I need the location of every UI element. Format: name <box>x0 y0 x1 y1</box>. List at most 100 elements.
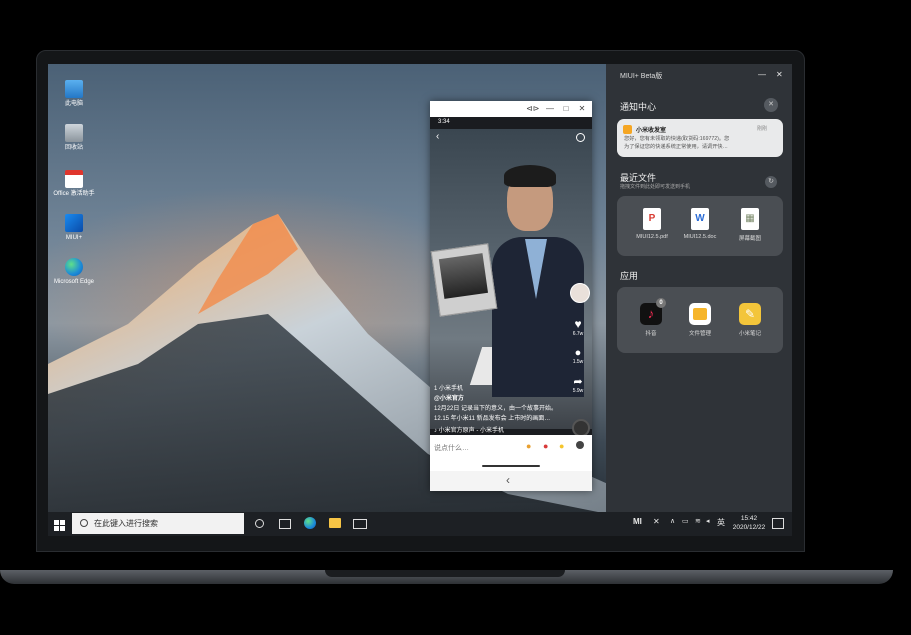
folder-shape <box>693 308 707 320</box>
add-emoji-icon[interactable] <box>576 441 584 449</box>
phone-navbar: ‹ <box>430 471 592 491</box>
notification-body-1: 您好，您有未领取的快递(取货码:169772)。您 <box>624 136 730 142</box>
taskbar: 在此键入进行搜索 MI ✕ ∧ ▭ ≋ ◂ 英 15:42 2020/12/22 <box>48 512 792 536</box>
share-icon: ➦ <box>573 376 583 388</box>
share-button[interactable]: ➦ 5.9w <box>570 375 586 394</box>
thumbs-up-emoji-icon[interactable]: ● <box>526 441 531 451</box>
app-tile-file-manager[interactable]: 文件管理 <box>680 303 720 337</box>
volume-icon[interactable]: ◂ <box>706 517 710 525</box>
miui-tray-icon[interactable]: ✕ <box>653 517 660 526</box>
desktop-icon-label: 回收站 <box>64 145 83 151</box>
recent-files-card[interactable]: P MIUI12.5.pdf W MIUI12.5.doc ▦ 屏幕截图 <box>617 196 783 256</box>
windows-icon <box>54 520 65 531</box>
phone-screen[interactable]: 3:34 ‹ ♥ 6.7w ● 1.5w ➦ 5.9w 1 小米手机 @小米官方 12… <box>430 117 592 471</box>
home-indicator <box>482 465 540 467</box>
file-explorer-icon[interactable] <box>329 518 341 528</box>
caption-tag: 1 小米手机 <box>434 386 464 392</box>
show-hidden-icons[interactable]: ∧ <box>670 517 675 525</box>
notification-card[interactable]: 小米收发室 刚刚 您好，您有未领取的快递(取货码:169772)。您 为了保证您… <box>617 119 783 157</box>
author-avatar[interactable] <box>570 283 590 303</box>
battery-icon[interactable]: ▭ <box>682 517 689 525</box>
action-center-icon[interactable] <box>772 518 784 529</box>
recent-files-subtitle: 拖拽文件到此处即可发送到手机 <box>620 184 691 190</box>
close-button[interactable]: ✕ <box>576 103 588 115</box>
apps-heading: 应用 <box>620 271 639 281</box>
refresh-icon[interactable]: ↻ <box>765 176 777 188</box>
desktop-icon-label: MIUI+ <box>65 235 83 241</box>
caption-author[interactable]: @小米官方 <box>434 395 464 403</box>
panel-title: MIUI+ Beta版 <box>620 73 663 80</box>
mail-icon[interactable] <box>353 519 367 529</box>
pdf-icon <box>65 170 83 188</box>
file-tile-pdf[interactable]: P MIUI12.5.pdf <box>632 208 672 240</box>
panel-minimize-button[interactable]: — <box>758 70 766 79</box>
comment-icon: ● <box>574 347 582 359</box>
comment-input[interactable]: 说点什么… <box>434 443 469 453</box>
rotate-button[interactable]: ⊲⊳ <box>526 103 539 115</box>
caption-text-2: 12.15 年小米11 新品发布会 上市时的画面… <box>434 416 551 422</box>
comment-bar[interactable]: 说点什么… ● ● ● <box>430 435 592 471</box>
desktop-icon-recycle-bin[interactable]: 回收站 <box>52 124 96 152</box>
clock[interactable]: 15:42 2020/12/22 <box>729 514 769 532</box>
app-name: 抖音 <box>645 331 657 337</box>
file-tile-doc[interactable]: W MIUI12.5.doc <box>680 208 720 240</box>
minimize-button[interactable]: — <box>544 103 556 115</box>
notes-icon: ✎ <box>739 303 761 325</box>
pdf-file-icon: P <box>643 208 661 230</box>
clear-notifications-button[interactable]: ✕ <box>764 98 778 112</box>
caption-text-1: 12月22日 记录当下的意义，由一个故事开始。 <box>434 406 558 412</box>
tiktok-icon: ♪ 0 <box>640 298 666 325</box>
cortana-icon[interactable] <box>255 519 264 528</box>
recycle-bin-icon <box>65 124 83 142</box>
task-view-icon[interactable] <box>279 519 291 529</box>
caption-music: ♪ 小米官方原声 - 小米手机 <box>434 428 504 434</box>
phone-window-titlebar[interactable]: ⊲⊳ — □ ✕ <box>430 101 592 117</box>
desktop-icon-this-pc[interactable]: 此电脑 <box>52 80 96 108</box>
apps-card[interactable]: ♪ 0 抖音 文件管理 ✎ 小米笔记 <box>617 287 783 353</box>
app-name: 文件管理 <box>688 331 711 337</box>
search-icon[interactable] <box>576 133 585 142</box>
heart-icon: ♥ <box>574 317 582 331</box>
laptop-notch <box>325 570 565 577</box>
desktop-icon-office[interactable]: Office 激活助手 <box>52 170 96 198</box>
windows-start-button[interactable] <box>54 518 65 531</box>
nav-back-button[interactable]: ‹ <box>506 473 510 487</box>
edge-taskbar-icon[interactable] <box>304 517 316 529</box>
package-icon <box>623 125 632 134</box>
notification-app: 小米收发室 <box>636 128 667 134</box>
input-language[interactable]: 英 <box>717 517 725 528</box>
phone-mirror-window[interactable]: ⊲⊳ — □ ✕ 3:34 ‹ ♥ 6.7w ● 1.5w ➦ 5.9w 1 小米手机… <box>430 101 592 491</box>
held-book <box>430 243 498 317</box>
app-tile-douyin[interactable]: ♪ 0 抖音 <box>631 298 671 337</box>
rose-emoji-icon[interactable]: ● <box>543 441 548 451</box>
status-time: 3:34 <box>438 119 450 125</box>
desktop-icon-edge[interactable]: Microsoft Edge <box>52 258 96 286</box>
app-tile-notes[interactable]: ✎ 小米笔记 <box>730 303 770 337</box>
comment-count: 1.5w <box>572 359 584 365</box>
search-placeholder: 在此键入进行搜索 <box>94 519 158 528</box>
taskbar-search[interactable]: 在此键入进行搜索 <box>72 513 244 534</box>
computer-icon <box>65 80 83 98</box>
mi-tray-icon[interactable]: MI <box>633 517 642 526</box>
maximize-button[interactable]: □ <box>560 103 572 115</box>
image-file-icon: ▦ <box>741 208 759 230</box>
notification-center-heading: 通知中心 <box>620 102 657 112</box>
panel-close-button[interactable]: ✕ <box>776 70 783 79</box>
video-player[interactable] <box>430 129 592 429</box>
wifi-icon[interactable]: ≋ <box>695 517 701 525</box>
file-tile-screenshot[interactable]: ▦ 屏幕截图 <box>730 208 770 242</box>
comment-button[interactable]: ● 1.5w <box>570 347 586 365</box>
edge-icon <box>65 258 83 276</box>
desktop-icon-miui-plus[interactable]: MIUI+ <box>52 214 96 242</box>
clock-date: 2020/12/22 <box>732 524 766 531</box>
word-file-icon: W <box>691 208 709 230</box>
desktop-icon-label: Office 激活助手 <box>53 191 95 197</box>
miui-plus-panel: MIUI+ Beta版 — ✕ 通知中心 ✕ 小米收发室 刚刚 您好，您有未领取… <box>606 64 792 512</box>
back-arrow-icon[interactable]: ‹ <box>436 131 439 142</box>
laugh-emoji-icon[interactable]: ● <box>559 441 564 451</box>
like-count: 6.7w <box>572 331 584 337</box>
notification-body-2: 为了保证您的快递系统正常使用，请调开快… <box>624 144 728 150</box>
desktop-icon-label: 此电脑 <box>64 101 83 107</box>
app-badge: 0 <box>656 298 666 308</box>
like-button[interactable]: ♥ 6.7w <box>570 317 586 337</box>
